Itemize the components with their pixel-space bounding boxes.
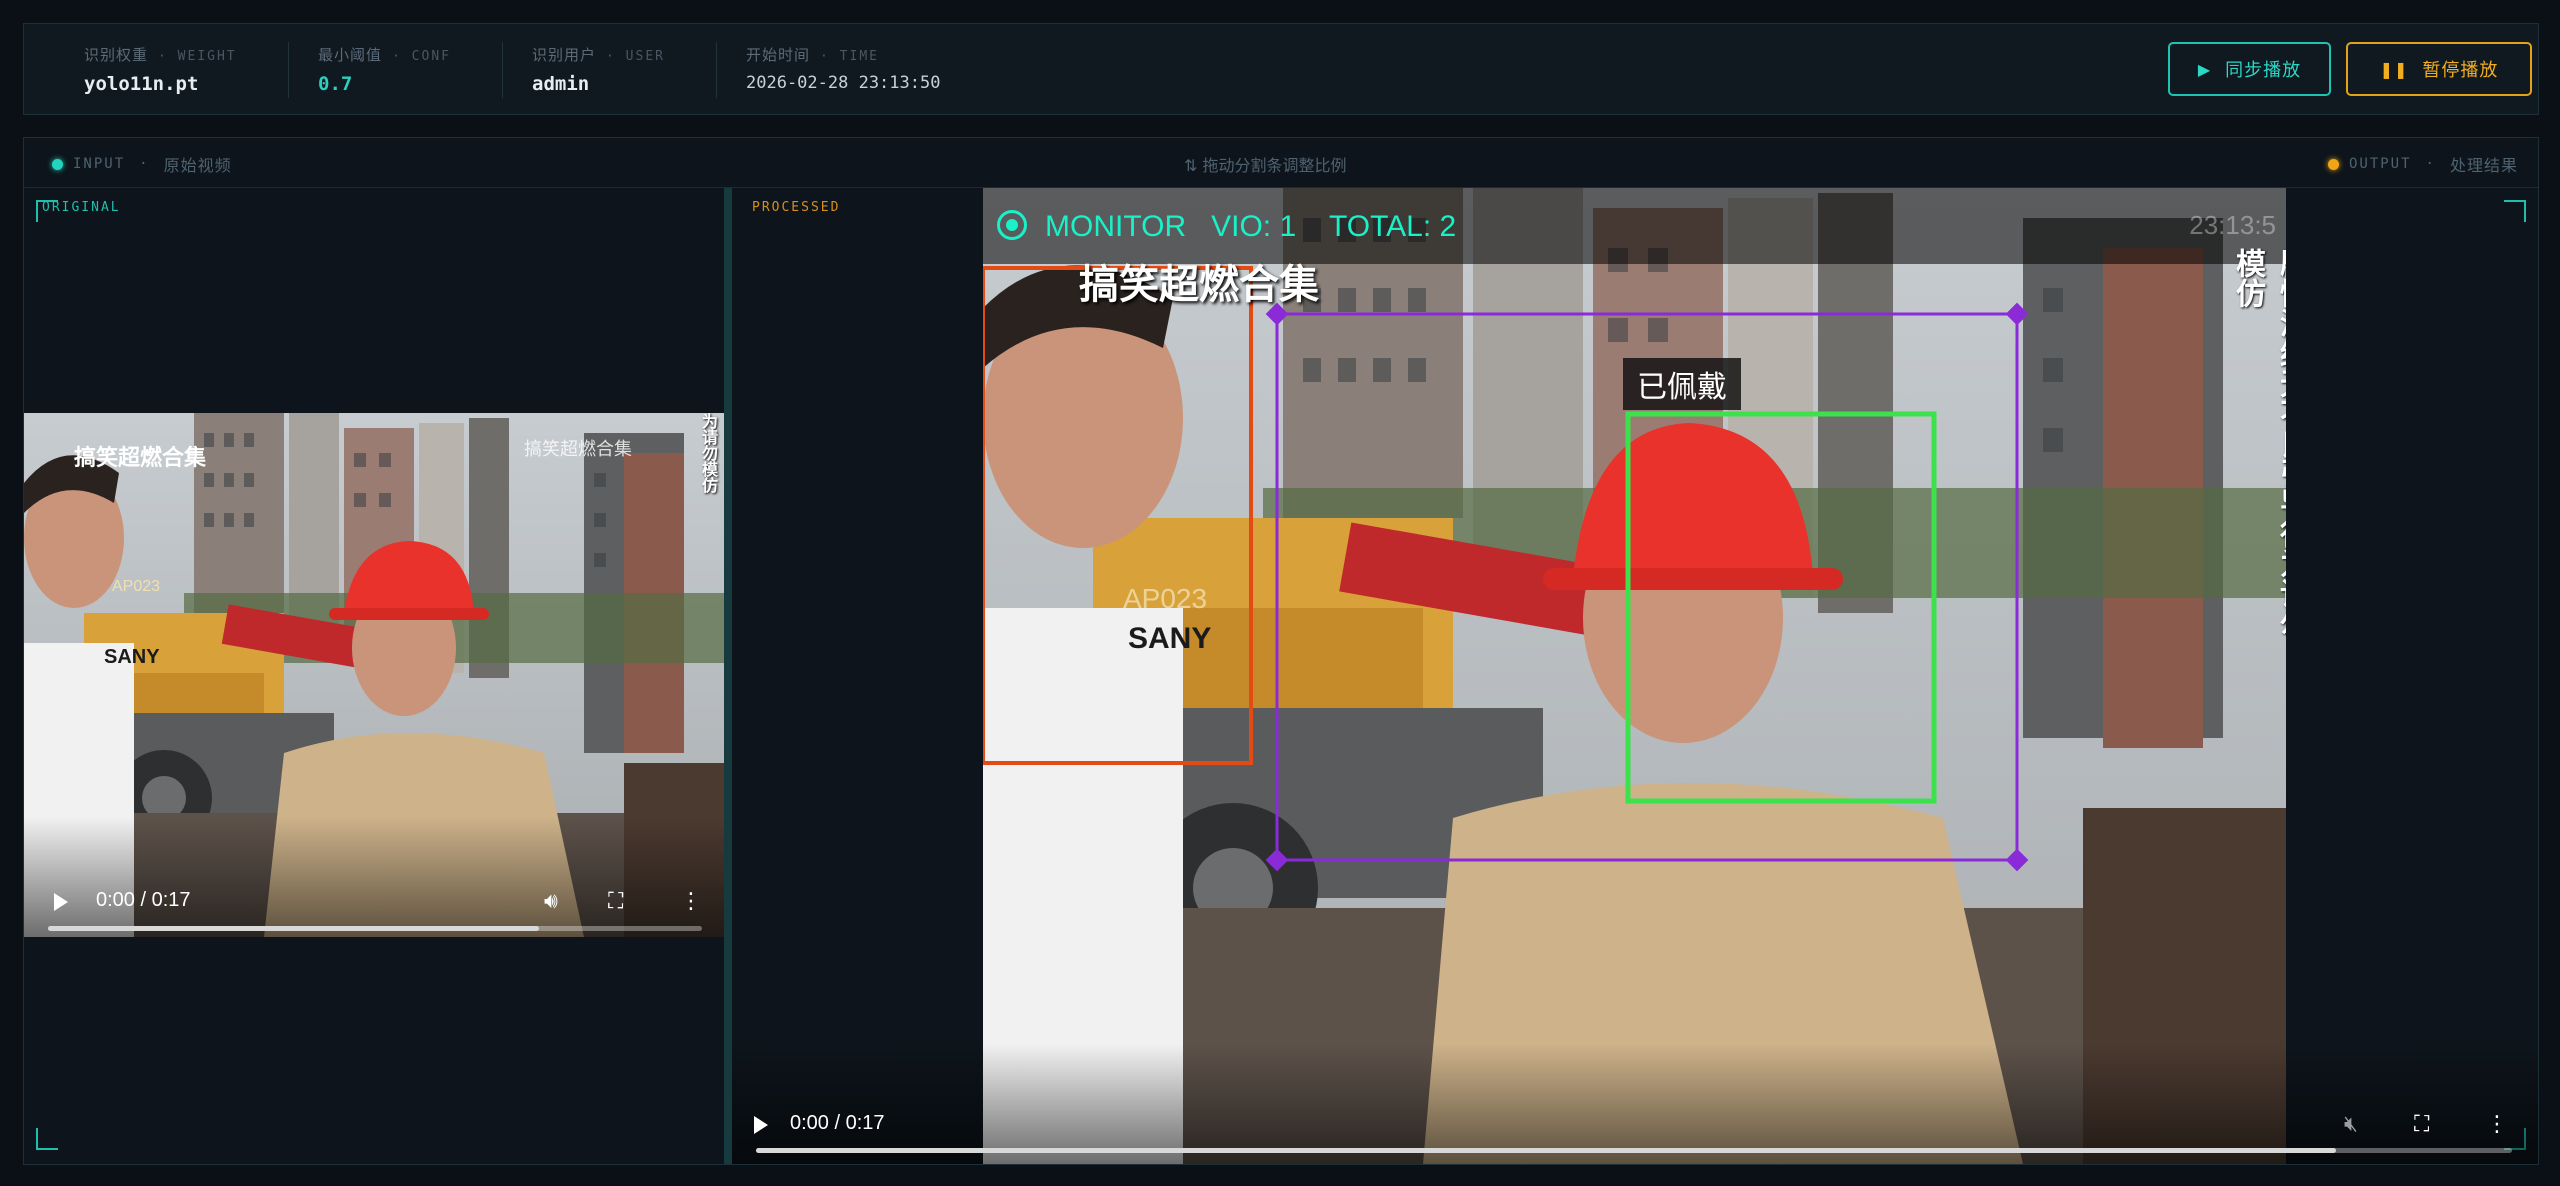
play-icon[interactable]	[54, 893, 68, 911]
panel-header: INPUT · 原始视频 ⇅ 拖动分割条调整比例 OUTPUT · 处理结果	[24, 138, 2538, 188]
input-label: 原始视频	[163, 156, 232, 175]
video-controls: 0:00 / 0:17 🔇︎ ⛶ ⋮	[732, 1044, 2538, 1164]
svg-text:SANY: SANY	[104, 646, 160, 668]
weight-info: 识别权重 · WEIGHT yolo11n.pt	[84, 24, 237, 116]
progress-fill	[48, 926, 539, 931]
progress-bar[interactable]	[756, 1148, 2512, 1153]
more-vert-icon[interactable]: ⋮	[680, 891, 702, 913]
original-tag: ORIGINAL	[42, 200, 121, 215]
pause-play-button[interactable]: ❚❚ 暂停播放	[2346, 42, 2532, 96]
input-status-dot	[52, 158, 63, 170]
output-status-dot	[2327, 158, 2339, 170]
video-controls: 0:00 / 0:17 🔊︎ ⛶ ⋮	[24, 817, 724, 937]
corner-bracket	[2504, 200, 2526, 222]
processed-video[interactable]: SANY AP023 MONITOR VIO: 1 TOTAL: 2 23:13…	[983, 188, 2286, 1164]
sync-play-label: 同步播放	[2225, 60, 2302, 81]
user-value: admin	[532, 73, 590, 95]
conf-value: 0.7	[318, 73, 353, 95]
divider	[288, 42, 289, 98]
processed-tag: PROCESSED	[752, 200, 841, 215]
conf-label: 最小阈值	[318, 46, 383, 64]
fullscreen-icon[interactable]: ⛶	[2414, 1114, 2429, 1136]
play-icon[interactable]	[754, 1116, 768, 1134]
volume-icon[interactable]: 🔊︎	[544, 891, 558, 913]
corner-bracket	[36, 1128, 58, 1150]
time-sub: · TIME	[820, 49, 879, 64]
output-label: 处理结果	[2449, 156, 2518, 175]
time-label: 开始时间	[746, 46, 811, 64]
processed-pane: PROCESSED SANY AP023 MONITOR VIO: 1 TOTA…	[732, 188, 2538, 1164]
conf-sub: · CONF	[392, 49, 451, 64]
pause-play-label: 暂停播放	[2422, 60, 2499, 81]
original-pane: ORIGINAL 搞笑超燃合集 搞笑超燃合集 AP023 SANY 为请勿模仿 …	[24, 188, 724, 1164]
pause-icon: ❚❚	[2379, 59, 2409, 79]
overlay-title: 搞笑超燃合集	[74, 445, 207, 471]
conf-info: 最小阈值 · CONF 0.7	[318, 24, 451, 116]
divider	[716, 42, 717, 98]
divider	[502, 42, 503, 98]
timecode: 0:00 / 0:17	[790, 1112, 885, 1134]
progress-bar[interactable]	[48, 926, 702, 931]
time-value: 2026-02-28 23:13:50	[746, 73, 941, 93]
overlay-title: 搞笑超燃合集	[1079, 262, 1319, 308]
side-text: 剧情演绎无不良引导行为请勿模仿	[2230, 248, 2286, 638]
weight-sub: · WEIGHT	[158, 49, 237, 64]
monitor-icon	[997, 210, 1027, 240]
progress-fill	[756, 1148, 2337, 1153]
hud-stats: MONITOR VIO: 1 TOTAL: 2	[1045, 210, 1457, 243]
svg-text:SANY: SANY	[1128, 622, 1211, 655]
weight-label: 识别权重	[84, 46, 149, 64]
video-compare-panel: INPUT · 原始视频 ⇅ 拖动分割条调整比例 OUTPUT · 处理结果 O…	[23, 137, 2539, 1165]
volume-icon[interactable]: 🔇︎	[2344, 1114, 2358, 1136]
detection-label: 已佩戴	[1623, 358, 1741, 410]
svg-text:AP023: AP023	[112, 578, 160, 595]
user-sub: · USER	[606, 49, 665, 64]
splitter-hint: ⇅ 拖动分割条调整比例	[1184, 156, 1347, 175]
weight-value: yolo11n.pt	[84, 73, 199, 95]
info-bar: 识别权重 · WEIGHT yolo11n.pt 最小阈值 · CONF 0.7 识…	[23, 23, 2539, 115]
original-video[interactable]: 搞笑超燃合集 搞笑超燃合集 AP023 SANY 剧情演绎无不良引导行为请勿模仿…	[24, 413, 724, 937]
fullscreen-icon[interactable]: ⛶	[608, 891, 623, 913]
input-tag: INPUT	[73, 156, 126, 172]
more-vert-icon[interactable]: ⋮	[2486, 1114, 2508, 1136]
overlay-watermark: 搞笑超燃合集	[524, 439, 632, 460]
user-info: 识别用户 · USER admin	[532, 24, 665, 116]
up-down-arrows-icon: ⇅	[1184, 156, 1198, 175]
hud-time: 23:13:5	[2189, 210, 2276, 240]
input-header: INPUT · 原始视频	[52, 152, 232, 176]
output-header: OUTPUT · 处理结果	[2327, 152, 2518, 176]
sync-play-button[interactable]: ▶ 同步播放	[2168, 42, 2331, 96]
output-tag: OUTPUT	[2348, 156, 2412, 172]
processed-video-frame: SANY AP023	[983, 188, 2286, 1164]
play-icon: ▶	[2197, 59, 2212, 79]
pane-splitter[interactable]	[724, 188, 732, 1164]
side-text: 剧情演绎无不良引导行为请勿模仿	[699, 413, 724, 573]
user-label: 识别用户	[532, 46, 597, 64]
svg-text:AP023: AP023	[1123, 583, 1207, 614]
timecode: 0:00 / 0:17	[96, 889, 191, 911]
time-info: 开始时间 · TIME 2026-02-28 23:13:50	[746, 24, 940, 116]
